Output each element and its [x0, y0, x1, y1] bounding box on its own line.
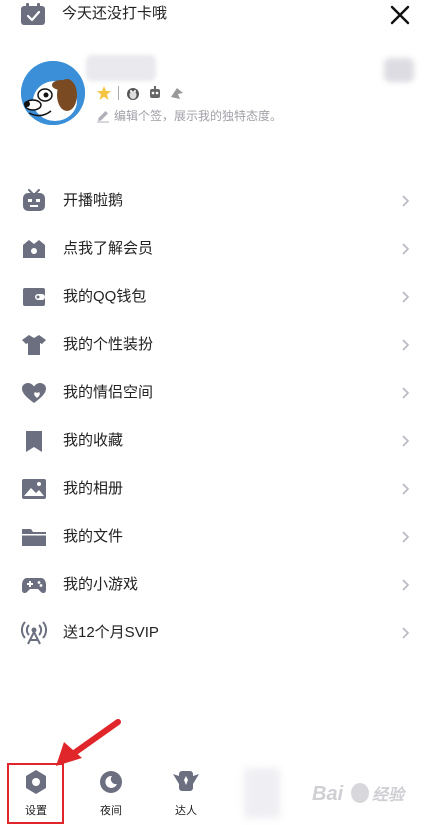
menu-item-dressup[interactable]: 我的个性装扮: [0, 321, 430, 369]
avatar[interactable]: [21, 61, 85, 125]
close-icon[interactable]: [388, 3, 412, 27]
crown-icon: [21, 237, 47, 261]
heart-icon: [21, 381, 47, 405]
chevron-right-icon: [400, 194, 410, 208]
menu-item-svip-gift[interactable]: 送12个月SVIP: [0, 609, 430, 657]
nickname-blurred[interactable]: [86, 55, 156, 81]
star-icon: [96, 85, 112, 101]
chevron-right-icon: [400, 482, 410, 496]
badge-row[interactable]: [96, 84, 185, 102]
menu-label: 点我了解会员: [63, 240, 154, 257]
svg-text:Bai: Bai: [312, 783, 344, 805]
menu-label: 我的QQ钱包: [63, 288, 147, 305]
chevron-right-icon: [400, 242, 410, 256]
svg-text:经验: 经验: [372, 785, 407, 804]
menu-item-album[interactable]: 我的相册: [0, 465, 430, 513]
qr-code-icon[interactable]: [384, 58, 414, 82]
menu-label: 我的相册: [63, 480, 124, 497]
drawer-menu: 开播啦鹅 点我了解会员 我的QQ钱包 我的个性装扮 我的情侣空间 我的收藏 我的…: [0, 177, 430, 657]
folder-icon: [21, 525, 47, 549]
bookmark-icon: [21, 429, 47, 453]
photo-icon: [21, 477, 47, 501]
menu-item-wallet[interactable]: 我的QQ钱包: [0, 273, 430, 321]
broadcast-icon: [21, 621, 47, 645]
settings-highlight-box: [7, 763, 64, 824]
wing-badge-icon: [169, 85, 185, 101]
shirt-icon: [21, 333, 47, 357]
menu-item-minigames[interactable]: 我的小游戏: [0, 561, 430, 609]
menu-label: 开播啦鹅: [63, 192, 124, 209]
checkin-status[interactable]: 今天还没打卡哦: [62, 4, 167, 24]
moon-icon: [97, 768, 125, 796]
chevron-right-icon: [400, 434, 410, 448]
top-bar: 今天还没打卡哦: [0, 0, 430, 30]
watermark-logo: Bai 经验: [312, 780, 408, 811]
menu-label: 送12个月SVIP: [63, 624, 159, 641]
chevron-right-icon: [400, 578, 410, 592]
chevron-right-icon: [400, 530, 410, 544]
menu-label: 我的收藏: [63, 432, 124, 449]
chevron-right-icon: [400, 290, 410, 304]
menu-item-vip[interactable]: 点我了解会员: [0, 225, 430, 273]
red-arrow-annotation: [52, 718, 124, 770]
menu-label: 我的个性装扮: [63, 336, 154, 353]
blurred-bottom-item: [244, 768, 280, 818]
pencil-icon: [97, 110, 109, 122]
menu-label: 我的文件: [63, 528, 124, 545]
signature-field[interactable]: 编辑个签，展示我的独特态度。: [96, 107, 282, 124]
penguin-badge-icon: [125, 85, 141, 101]
chevron-right-icon: [400, 338, 410, 352]
menu-item-files[interactable]: 我的文件: [0, 513, 430, 561]
calendar-icon[interactable]: [20, 3, 46, 26]
signature-placeholder: 编辑个签，展示我的独特态度。: [114, 109, 283, 123]
tv-icon: [21, 189, 47, 213]
chevron-right-icon: [400, 386, 410, 400]
expert-badge-icon: [172, 768, 200, 796]
wallet-icon: [21, 285, 47, 309]
menu-item-couple[interactable]: 我的情侣空间: [0, 369, 430, 417]
menu-item-live[interactable]: 开播啦鹅: [0, 177, 430, 225]
menu-label: 我的小游戏: [63, 576, 139, 593]
night-label: 夜间: [100, 805, 122, 817]
expert-button[interactable]: 达人: [158, 760, 214, 824]
menu-label: 我的情侣空间: [63, 384, 154, 401]
robot-badge-icon: [147, 85, 163, 101]
badge-divider: [118, 86, 119, 100]
chevron-right-icon: [400, 626, 410, 640]
expert-label: 达人: [175, 805, 197, 817]
gamepad-icon: [21, 573, 47, 597]
menu-item-favorites[interactable]: 我的收藏: [0, 417, 430, 465]
